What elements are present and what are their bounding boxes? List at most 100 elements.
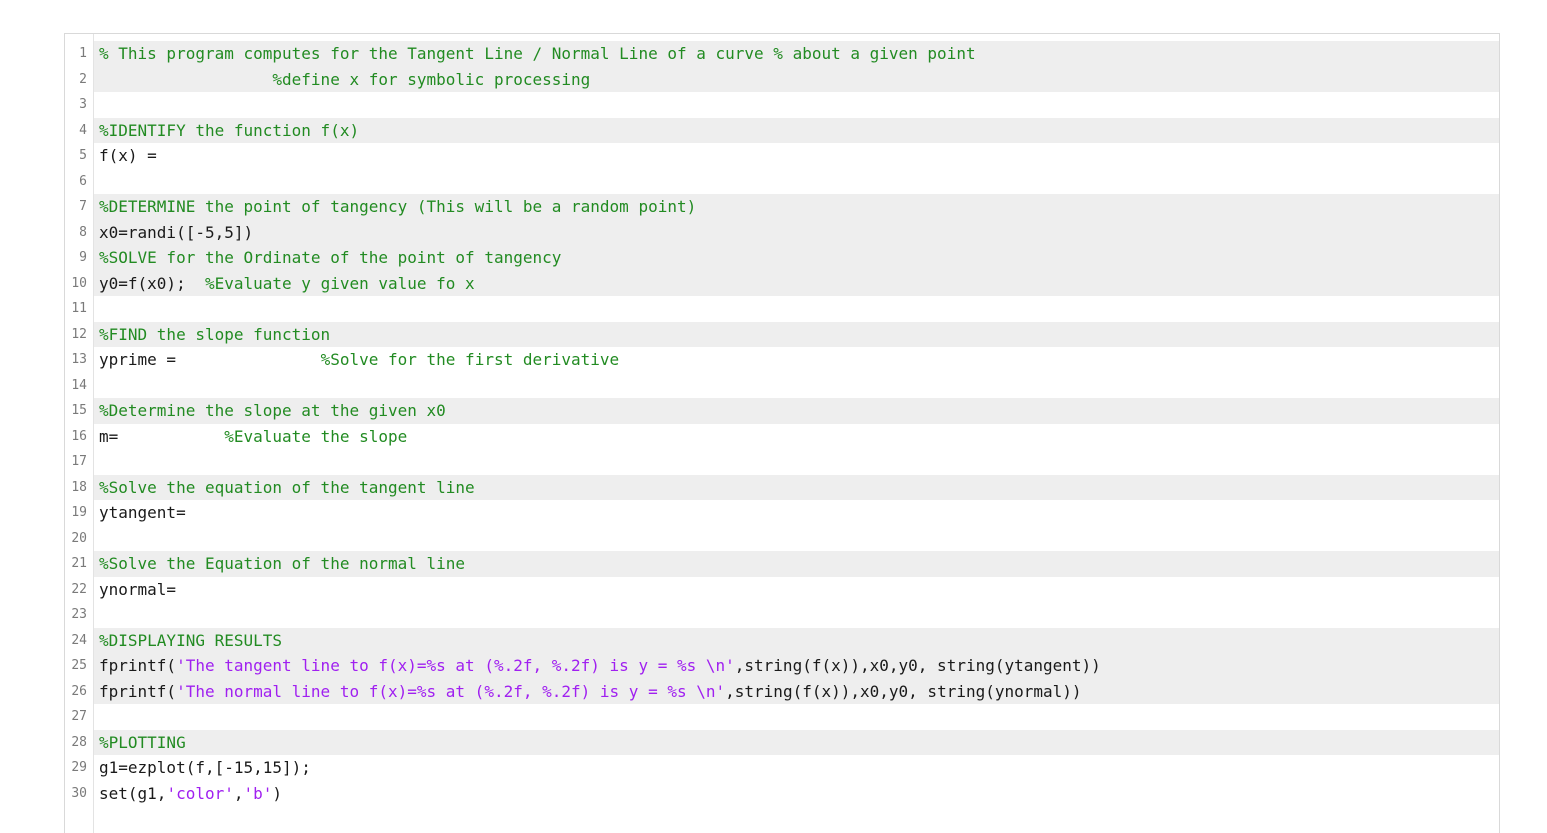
code-text[interactable] [94, 526, 1499, 552]
line-number: 30 [71, 785, 87, 801]
line-number: 5 [79, 148, 87, 163]
code-line[interactable]: 20 [65, 526, 1499, 552]
code-token: y0=f(x0); [99, 273, 205, 293]
code-line[interactable]: 9 %SOLVE for the Ordinate of the point of… [65, 245, 1499, 271]
code-text[interactable] [94, 602, 1499, 628]
line-number: 12 [71, 326, 87, 342]
code-line[interactable]: 8 x0=randi([-5,5]) [65, 219, 1499, 245]
code-line[interactable]: 25 fprintf('The tangent line to f(x)=%s a… [65, 653, 1499, 679]
code-line[interactable]: 17 [65, 449, 1499, 475]
code-line[interactable]: 1 % This program computes for the Tangent… [65, 41, 1499, 67]
line-number: 22 [71, 581, 87, 597]
line-number: 19 [71, 505, 87, 520]
code-line[interactable]: 13 yprime = %Solve for the first derivati… [65, 347, 1499, 373]
code-text[interactable]: %Solve the Equation of the normal line [94, 551, 1499, 577]
code-line[interactable]: 19 ytangent= [65, 500, 1499, 526]
code-token: ytangent= [99, 503, 186, 522]
code-line[interactable]: 23 [65, 602, 1499, 628]
code-text[interactable] [94, 704, 1499, 730]
code-line[interactable]: 18 %Solve the equation of the tangent lin… [65, 474, 1499, 500]
code-line[interactable]: 11 [65, 296, 1499, 322]
line-number: 20 [71, 530, 87, 546]
code-text[interactable]: %Solve the equation of the tangent line [94, 474, 1499, 500]
line-number: 3 [79, 97, 87, 112]
code-comment: %Evaluate y given value fo x [204, 273, 475, 293]
code-line[interactable]: 7 %DETERMINE the point of tangency (This … [65, 194, 1499, 220]
code-line[interactable]: 2 %define x for symbolic processing [65, 66, 1499, 92]
code-token: ,string(f(x)),x0,y0, string(ynormal)) [725, 681, 1082, 701]
code-text[interactable]: f(x) = [94, 143, 1499, 169]
code-line[interactable]: 12 %FIND the slope function [65, 321, 1499, 347]
code-comment: %IDENTIFY the function f(x) [99, 120, 360, 140]
line-number: 15 [71, 403, 87, 418]
code-line[interactable]: 24 %DISPLAYING RESULTS [65, 627, 1499, 653]
code-text[interactable]: %IDENTIFY the function f(x) [94, 117, 1499, 143]
line-number: 18 [71, 479, 87, 495]
code-line[interactable]: 16 m= %Evaluate the slope [65, 424, 1499, 450]
code-token: fprintf( [99, 681, 177, 701]
code-text[interactable] [94, 169, 1499, 195]
code-line[interactable]: 14 [65, 373, 1499, 399]
code-text[interactable]: %DISPLAYING RESULTS [94, 627, 1499, 653]
code-comment: %SOLVE for the Ordinate of the point of … [99, 248, 562, 267]
code-text[interactable] [94, 449, 1499, 475]
code-line[interactable]: 21 %Solve the Equation of the normal line [65, 551, 1499, 577]
line-number: 17 [71, 454, 87, 469]
code-token: yprime = [99, 350, 321, 369]
code-token: m= [99, 426, 225, 446]
code-string: 'The normal line to f(x)=%s at (%.2f, %.… [176, 681, 726, 701]
code-text[interactable] [94, 373, 1499, 399]
code-line[interactable]: 29 g1=ezplot(f,[-15,15]); [65, 755, 1499, 781]
code-line[interactable]: 10 y0=f(x0); %Evaluate y given value fo x [65, 270, 1499, 296]
code-line[interactable]: 3 [65, 92, 1499, 118]
code-text[interactable] [94, 296, 1499, 322]
code-text[interactable]: % This program computes for the Tangent … [94, 41, 1499, 67]
line-number: 2 [79, 71, 87, 87]
code-text[interactable]: m= %Evaluate the slope [94, 424, 1499, 450]
code-text[interactable]: fprintf('The normal line to f(x)=%s at (… [94, 678, 1499, 704]
code-comment: %FIND the slope function [99, 324, 331, 344]
code-line[interactable]: 5 f(x) = [65, 143, 1499, 169]
code-token: g1=ezplot(f,[-15,15]); [99, 758, 311, 777]
code-editor[interactable]: 1 % This program computes for the Tangent… [64, 33, 1500, 833]
code-text[interactable]: set(g1,'color','b') [94, 781, 1499, 807]
code-token: f(x) = [99, 146, 157, 165]
code-line[interactable]: 30 set(g1,'color','b') [65, 781, 1499, 807]
code-text[interactable]: y0=f(x0); %Evaluate y given value fo x [94, 270, 1499, 296]
code-text[interactable]: ynormal= [94, 577, 1499, 603]
code-text[interactable]: %SOLVE for the Ordinate of the point of … [94, 245, 1499, 271]
code-line[interactable]: 22 ynormal= [65, 577, 1499, 603]
code-line[interactable]: 15 %Determine the slope at the given x0 [65, 398, 1499, 424]
code-string: 'b' [243, 783, 273, 803]
code-text[interactable] [94, 92, 1499, 118]
code-comment: %DISPLAYING RESULTS [99, 630, 283, 650]
code-text[interactable]: fprintf('The tangent line to f(x)=%s at … [94, 653, 1499, 679]
code-comment: %Determine the slope at the given x0 [99, 401, 446, 420]
line-number: 26 [71, 683, 87, 699]
code-line[interactable]: 4 %IDENTIFY the function f(x) [65, 117, 1499, 143]
code-text[interactable]: x0=randi([-5,5]) [94, 219, 1499, 245]
code-text[interactable]: %Determine the slope at the given x0 [94, 398, 1499, 424]
line-number: 10 [71, 275, 87, 291]
code-text[interactable]: g1=ezplot(f,[-15,15]); [94, 755, 1499, 781]
code-text[interactable]: ytangent= [94, 500, 1499, 526]
code-line[interactable]: 28 %PLOTTING [65, 729, 1499, 755]
code-token: ,string(f(x)),x0,y0, string(ytangent)) [734, 656, 1101, 675]
line-number: 7 [79, 199, 87, 214]
code-text[interactable]: %define x for symbolic processing [94, 66, 1499, 92]
code-line[interactable]: 6 [65, 169, 1499, 195]
code-comment: %Solve the equation of the tangent line [99, 477, 475, 497]
line-number: 11 [71, 301, 87, 316]
code-text[interactable]: yprime = %Solve for the first derivative [94, 347, 1499, 373]
code-line[interactable]: 26 fprintf('The normal line to f(x)=%s at… [65, 678, 1499, 704]
code-comment: %Solve the Equation of the normal line [99, 554, 466, 573]
line-number: 13 [71, 352, 87, 367]
code-comment: %DETERMINE the point of tangency (This w… [99, 197, 697, 216]
line-number: 28 [71, 734, 87, 750]
code-text[interactable]: %FIND the slope function [94, 321, 1499, 347]
line-number: 24 [71, 632, 87, 648]
code-text[interactable]: %PLOTTING [94, 729, 1499, 755]
code-text[interactable]: %DETERMINE the point of tangency (This w… [94, 194, 1499, 220]
code-line[interactable]: 27 [65, 704, 1499, 730]
code-token: set(g1, [99, 783, 167, 803]
